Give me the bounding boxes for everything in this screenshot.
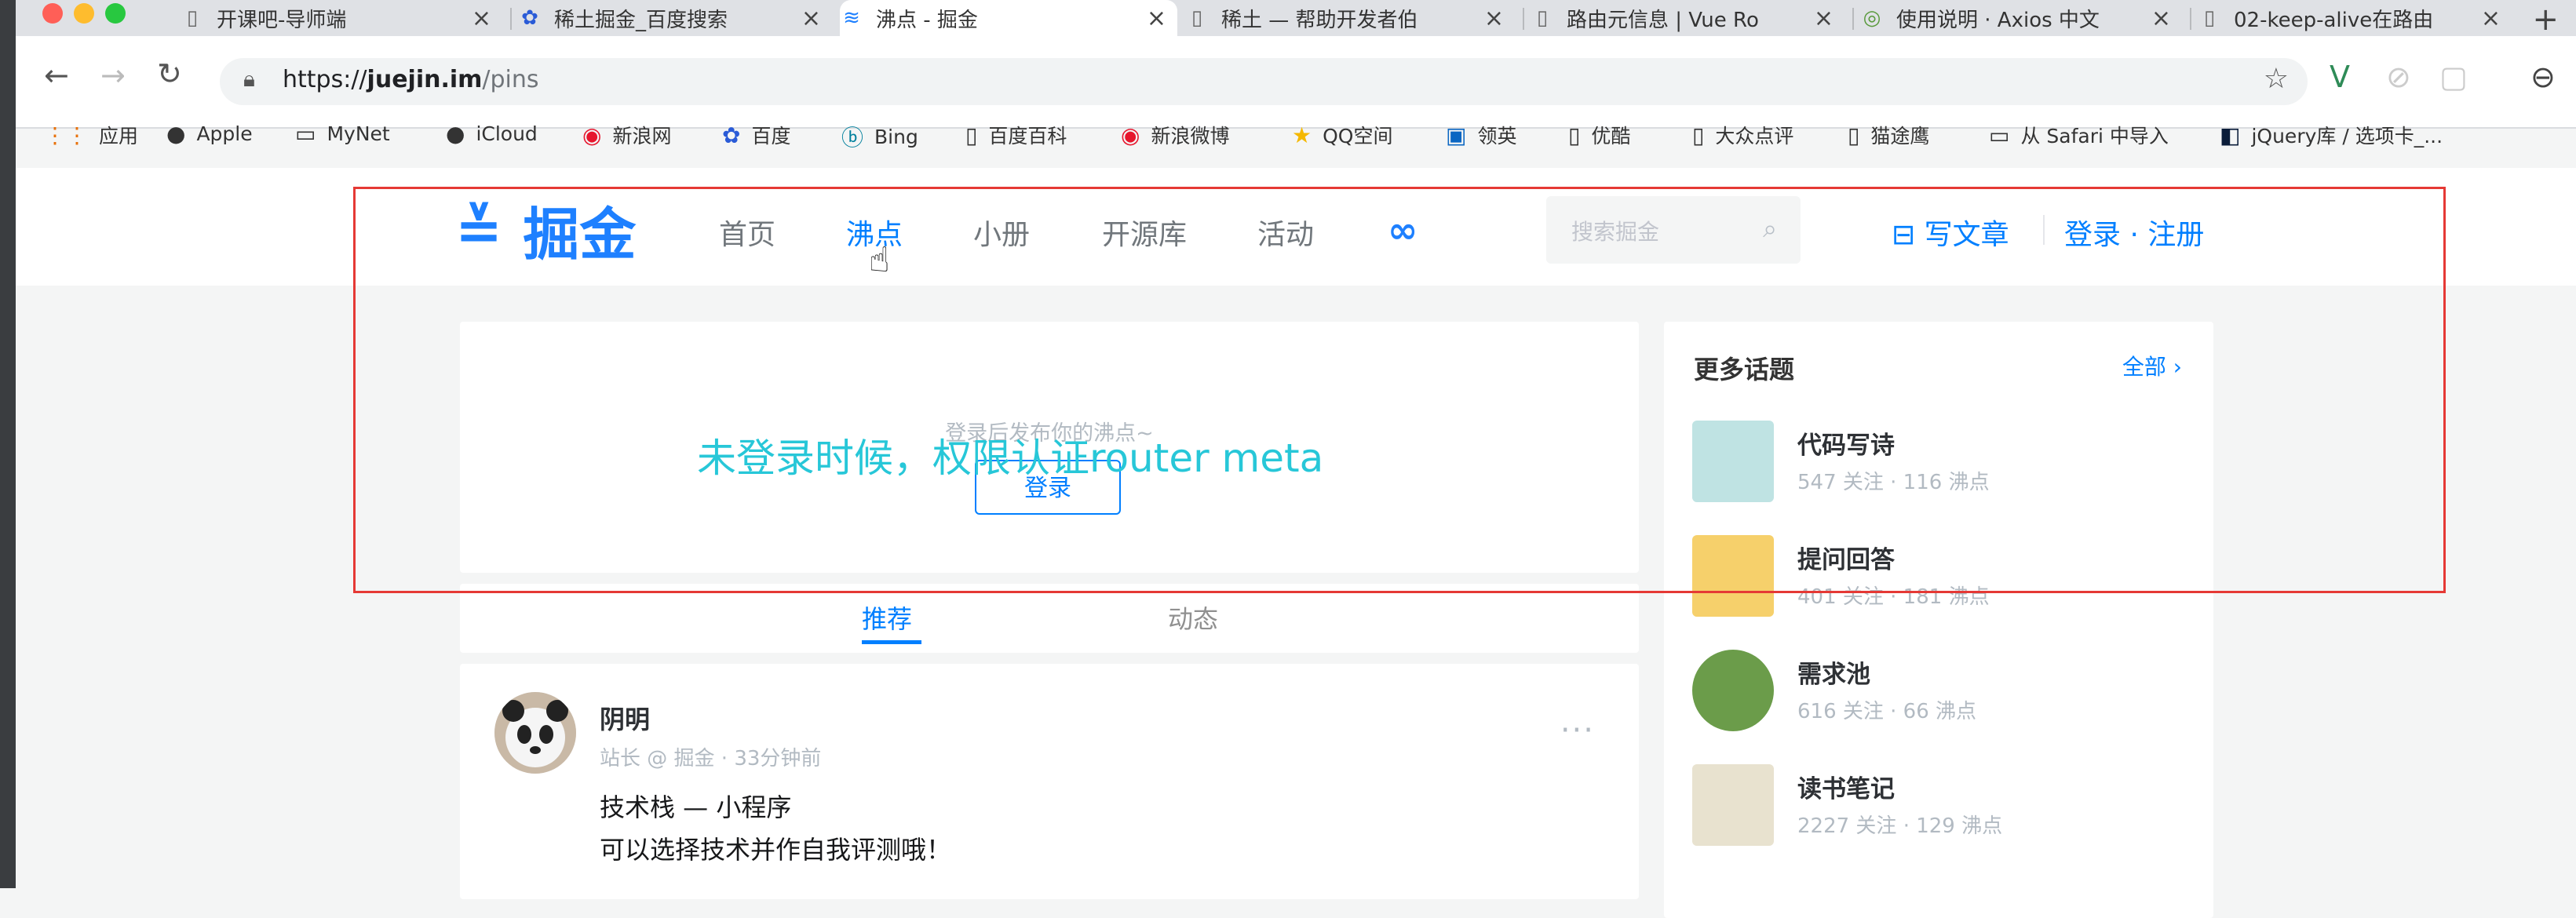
- browser-tab[interactable]: ▯ 开课吧-导师端 ×: [181, 0, 502, 36]
- extension-icon[interactable]: ⊘: [2386, 60, 2411, 94]
- annotation-box: [353, 187, 2446, 593]
- bookmark-item[interactable]: ● iCloud: [446, 121, 538, 147]
- vue-devtools-icon[interactable]: V: [2330, 60, 2350, 94]
- apps-icon: ⋮⋮: [44, 122, 88, 148]
- lock-icon: 🔒︎: [243, 66, 255, 92]
- folder-icon: ▭: [1989, 122, 2010, 148]
- bookmark-item[interactable]: ▯ 优酷: [1568, 121, 1630, 149]
- bookmark-item[interactable]: ◉ 新浪微博: [1121, 121, 1229, 149]
- bing-icon: ⓑ: [841, 125, 864, 151]
- close-window-button[interactable]: [42, 3, 63, 24]
- tab-strip: ▯ 开课吧-导师端 × ✿ 稀土掘金_百度搜索 × ≋ 沸点 - 掘金 × ▯ …: [16, 0, 2576, 38]
- close-tab-icon[interactable]: ×: [472, 5, 491, 32]
- address-bar-input[interactable]: 🔒︎ https://juejin.im/pins ☆: [220, 58, 2308, 105]
- tab-divider: [1852, 8, 1854, 30]
- bookmark-item[interactable]: ⋮⋮ 应用: [44, 121, 138, 149]
- star-icon: ★: [1292, 122, 1312, 148]
- folder-icon: ▭: [295, 121, 316, 147]
- bookmark-item[interactable]: ◧ jQuery库 / 选项卡_...: [2220, 121, 2443, 149]
- tab-divider: [2190, 8, 2191, 30]
- browser-tab[interactable]: ▯ 稀土 — 帮助开发者伯 ×: [1185, 0, 1515, 36]
- active-tab-underline: [862, 640, 921, 644]
- bookmark-item[interactable]: ◉ 新浪网: [582, 121, 671, 149]
- close-tab-icon[interactable]: ×: [1814, 5, 1833, 32]
- close-tab-icon[interactable]: ×: [2481, 5, 2501, 32]
- avatar[interactable]: [494, 692, 576, 774]
- weibo-icon: ◉: [582, 122, 602, 148]
- bookmark-star-icon[interactable]: ☆: [2264, 63, 2289, 95]
- bookmarks-bar: ⋮⋮ 应用 ● Apple ▭ MyNet ● iCloud ◉ 新浪网 ✿ 百度 ⓑ Bin…: [16, 110, 2576, 158]
- paw-icon: ✿: [722, 122, 741, 148]
- browser-tab[interactable]: ▯ 02-keep-alive在路由 ×: [2198, 0, 2512, 36]
- maximize-window-button[interactable]: [105, 3, 126, 24]
- close-tab-icon[interactable]: ×: [1484, 5, 1504, 32]
- post-text-line: 可以选择技术并作自我评测哦！: [600, 835, 952, 865]
- topic-item[interactable]: 需求池 616 关注 · 66 沸点: [1692, 650, 2163, 736]
- post-meta: 站长 @ 掘金 · 33分钟前: [600, 747, 822, 770]
- extension-icon[interactable]: ▢: [2439, 60, 2468, 94]
- document-icon: ▯: [186, 6, 199, 30]
- window-edge: [0, 0, 16, 888]
- apple-icon: ●: [446, 121, 465, 147]
- url-text: https://juejin.im/pins: [283, 66, 539, 93]
- post-author[interactable]: 阴明: [600, 700, 650, 736]
- bookmark-item[interactable]: ▣ 领英: [1446, 121, 1516, 149]
- profile-icon[interactable]: ⊖: [2530, 60, 2556, 94]
- topic-reading-notes-icon: [1692, 764, 1774, 846]
- pin-post: 阴明 站长 @ 掘金 · 33分钟前 ··· 技术栈 — 小程序 可以选择技术并…: [460, 664, 1639, 899]
- apple-icon: ●: [166, 121, 186, 147]
- reload-icon[interactable]: ↻: [157, 56, 182, 91]
- tab-divider: [510, 8, 512, 30]
- browser-tab[interactable]: ▯ 路由元信息 | Vue Ro ×: [1531, 0, 1844, 36]
- tab-divider: [1523, 8, 1524, 30]
- document-icon: ▯: [965, 122, 978, 148]
- browser-tab-active[interactable]: ≋ 沸点 - 掘金 ×: [840, 0, 1177, 36]
- document-icon: ▯: [1692, 122, 1705, 148]
- browser-tab[interactable]: ✿ 稀土掘金_百度搜索 ×: [518, 0, 832, 36]
- tab-recommended[interactable]: 推荐: [862, 599, 912, 636]
- browser-tab[interactable]: ◎ 使用说明 · Axios 中文 ×: [1860, 0, 2182, 36]
- bookmark-item[interactable]: ▭ 从 Safari 中导入: [1989, 121, 2169, 149]
- close-tab-icon[interactable]: ×: [801, 5, 821, 32]
- bookmark-item[interactable]: ▯ 猫途鹰: [1848, 121, 1929, 149]
- tab-following[interactable]: 动态: [1168, 599, 1218, 636]
- bookmark-item[interactable]: ✿ 百度: [722, 121, 790, 149]
- juejin-icon: ≋: [843, 6, 860, 30]
- close-tab-icon[interactable]: ×: [1147, 5, 1166, 32]
- document-icon: ▯: [2203, 6, 2216, 30]
- annotation-caption: 未登录时候，权限认证router meta: [697, 435, 1324, 481]
- bookmark-item[interactable]: ● Apple: [166, 121, 253, 147]
- close-tab-icon[interactable]: ×: [2151, 5, 2171, 32]
- bookmark-item[interactable]: ▯ 大众点评: [1692, 121, 1793, 149]
- feed-tabs: 推荐 动态: [460, 584, 1639, 653]
- post-text-line: 技术栈 — 小程序: [600, 792, 792, 822]
- topic-requirements-icon: [1692, 650, 1774, 731]
- bookmark-item[interactable]: ⓑ Bing: [841, 121, 918, 152]
- more-options-icon[interactable]: ···: [1560, 712, 1595, 749]
- bookmark-item[interactable]: ▭ MyNet: [295, 121, 390, 147]
- minimize-window-button[interactable]: [74, 3, 94, 24]
- bookmark-item[interactable]: ▯ 百度百科: [965, 121, 1067, 149]
- bookmark-item[interactable]: ★ QQ空间: [1292, 121, 1392, 149]
- document-icon: ▯: [1848, 122, 1860, 148]
- back-arrow-icon[interactable]: ←: [44, 58, 69, 93]
- weibo-icon: ◉: [1121, 122, 1140, 148]
- jquery-icon: ◧: [2220, 122, 2241, 148]
- document-icon: ▯: [1191, 6, 1203, 30]
- document-icon: ▯: [1568, 122, 1581, 148]
- topic-item[interactable]: 读书笔记 2227 关注 · 129 沸点: [1692, 764, 2163, 851]
- linkedin-icon: ▣: [1446, 122, 1467, 148]
- axios-icon: ◎: [1863, 6, 1881, 30]
- new-tab-icon[interactable]: +: [2532, 2, 2559, 38]
- document-icon: ▯: [1536, 6, 1549, 30]
- paw-icon: ✿: [521, 6, 538, 30]
- forward-arrow-icon[interactable]: →: [100, 58, 126, 93]
